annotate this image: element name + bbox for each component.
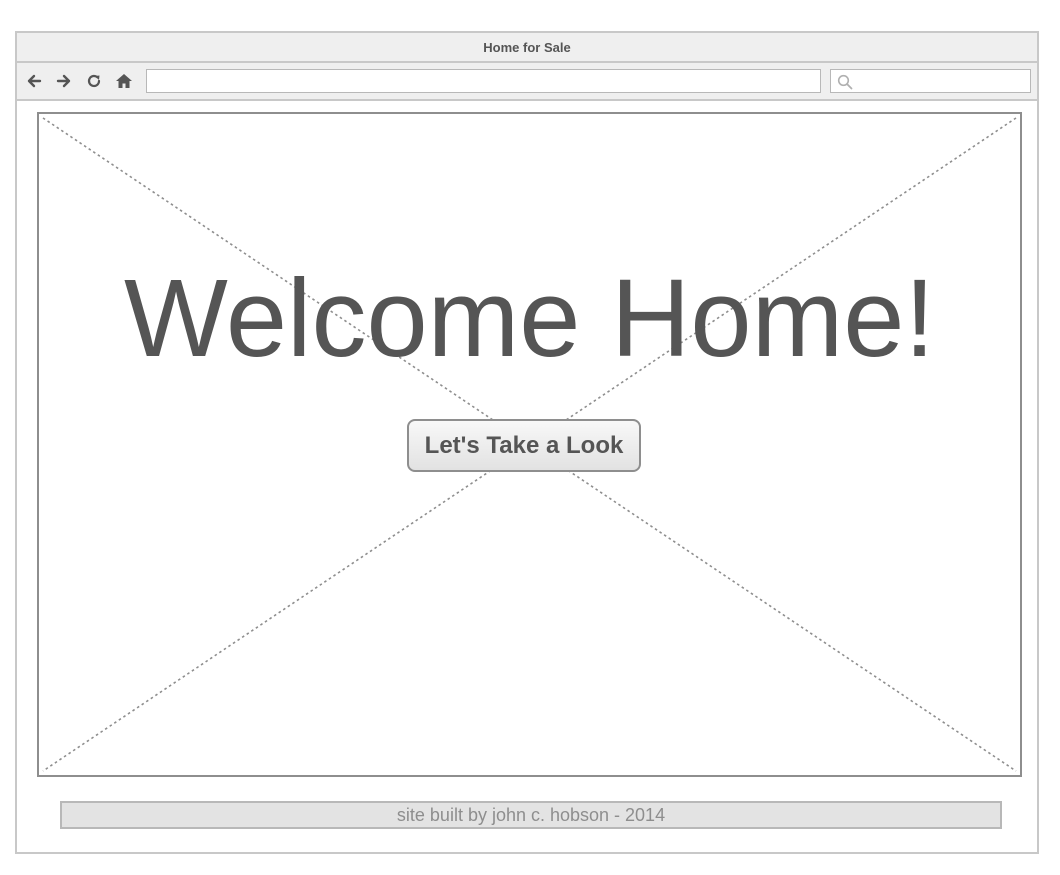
browser-window: Home for Sale Welcome Home! Let's Take a…: [15, 31, 1039, 854]
forward-button[interactable]: [55, 72, 73, 90]
window-titlebar: Home for Sale: [17, 33, 1037, 63]
hero-image-placeholder: Welcome Home! Let's Take a Look: [37, 112, 1022, 777]
take-a-look-button[interactable]: Let's Take a Look: [407, 419, 641, 472]
back-button[interactable]: [25, 72, 43, 90]
search-icon: [837, 74, 853, 90]
reload-icon: [87, 74, 101, 88]
arrow-left-icon: [27, 74, 42, 88]
footer-bar: site built by john c. hobson - 2014: [60, 801, 1002, 829]
search-box[interactable]: [830, 69, 1031, 94]
footer-credit: site built by john c. hobson - 2014: [396, 804, 666, 825]
reload-button[interactable]: [85, 72, 103, 90]
arrow-right-icon: [56, 74, 71, 88]
url-input[interactable]: [146, 69, 821, 93]
browser-toolbar: [17, 63, 1037, 101]
search-input[interactable]: [855, 70, 1031, 94]
home-button[interactable]: [115, 72, 133, 90]
home-icon: [116, 74, 132, 88]
window-title: Home for Sale: [483, 39, 571, 55]
hero-title: Welcome Home!: [124, 257, 935, 380]
